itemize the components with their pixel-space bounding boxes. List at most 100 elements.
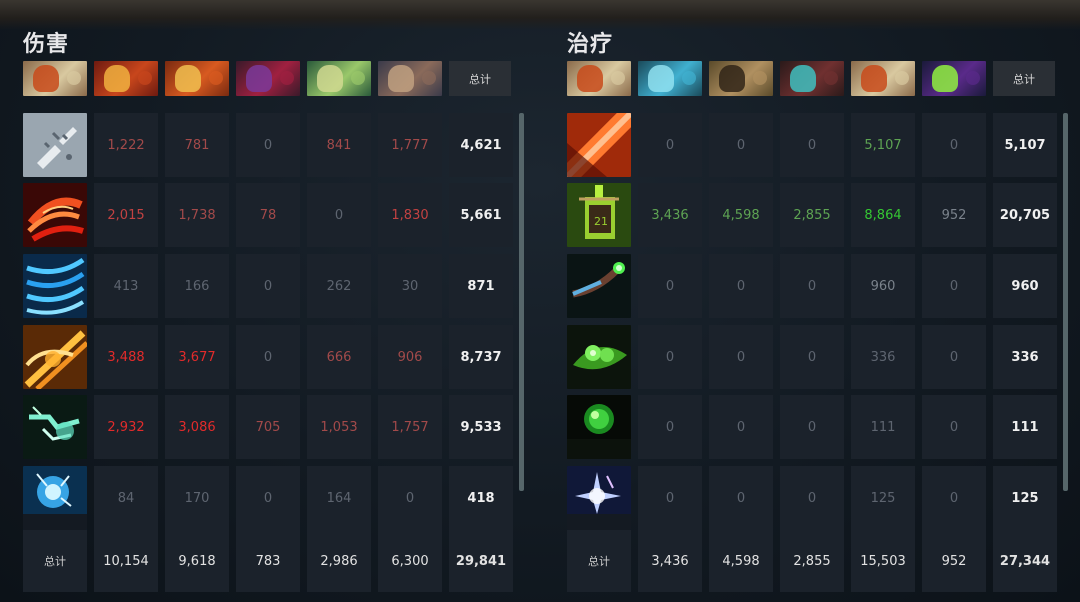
damage-total-row-label: 总计 [23, 530, 87, 592]
hero-damage-3-portrait[interactable] [165, 61, 229, 96]
damage-value-cell: 413 [94, 254, 158, 318]
hero-heal-3-portrait[interactable] [709, 61, 773, 96]
damage-row-total: 5,661 [449, 183, 513, 247]
hero-face-shape [388, 65, 414, 92]
damage-value-cell: 262 [307, 254, 371, 318]
damage-value-cell: 0 [307, 183, 371, 247]
healing-value-cell: 5,107 [851, 113, 915, 177]
healing-column-total: 2,855 [780, 530, 844, 592]
damage-value-cell: 1,777 [378, 113, 442, 177]
orange-slash-icon[interactable] [567, 113, 631, 177]
damage-value-cell: 841 [307, 113, 371, 177]
damage-value-cell: 3,488 [94, 325, 158, 389]
healing-grand-total: 27,344 [993, 530, 1057, 592]
green-staff-icon[interactable] [567, 254, 631, 318]
electric-hand-icon[interactable] [23, 395, 87, 459]
damage-value-cell: 0 [236, 113, 300, 177]
hero-damage-1-portrait[interactable] [23, 61, 87, 96]
damage-value-cell: 2,015 [94, 183, 158, 247]
damage-value-cell: 1,222 [94, 113, 158, 177]
damage-column-total: 6,300 [378, 530, 442, 592]
healing-value-cell: 0 [638, 395, 702, 459]
hero-face-shape [861, 65, 887, 92]
healing-row-total: 336 [993, 325, 1057, 389]
blue-blades-icon[interactable] [23, 254, 87, 318]
hero-detail-shape [280, 71, 294, 85]
damage-value-cell: 1,830 [378, 183, 442, 247]
healing-value-cell: 0 [780, 466, 844, 530]
hero-damage-6-portrait[interactable] [378, 61, 442, 96]
damage-value-cell: 1,757 [378, 395, 442, 459]
hero-detail-shape [209, 71, 223, 85]
hero-face-shape [932, 65, 958, 92]
healing-row-total: 960 [993, 254, 1057, 318]
hero-face-shape [246, 65, 272, 92]
healing-value-cell: 0 [922, 254, 986, 318]
hero-damage-5-portrait[interactable] [307, 61, 371, 96]
damage-value-cell: 164 [307, 466, 371, 530]
healing-value-cell: 952 [922, 183, 986, 247]
healing-value-cell: 0 [922, 325, 986, 389]
damage-column-total: 10,154 [94, 530, 158, 592]
healing-value-cell: 0 [922, 466, 986, 530]
lightning-orb-icon[interactable] [23, 466, 87, 530]
damage-value-cell: 1,738 [165, 183, 229, 247]
damage-value-cell: 3,086 [165, 395, 229, 459]
damage-scrollbar[interactable] [519, 113, 524, 491]
damage-value-cell: 781 [165, 113, 229, 177]
hero-heal-2-portrait[interactable] [638, 61, 702, 96]
healing-banner-icon[interactable]: 21 [567, 183, 631, 247]
healing-scrollbar[interactable] [1063, 113, 1068, 491]
healing-value-cell: 111 [851, 395, 915, 459]
hero-detail-shape [753, 71, 767, 85]
fire-whirl-icon[interactable] [23, 183, 87, 247]
hero-face-shape [790, 65, 816, 92]
golden-slash-icon[interactable] [23, 325, 87, 389]
hero-heal-5-portrait[interactable] [851, 61, 915, 96]
healing-column-total: 3,436 [638, 530, 702, 592]
damage-value-cell: 30 [378, 254, 442, 318]
hero-heal-6-portrait[interactable] [922, 61, 986, 96]
hero-detail-shape [422, 71, 436, 85]
hero-detail-shape [351, 71, 365, 85]
hero-damage-4-portrait[interactable] [236, 61, 300, 96]
svg-text:21: 21 [594, 215, 608, 228]
healing-value-cell: 0 [709, 325, 773, 389]
hero-detail-shape [824, 71, 838, 85]
hero-face-shape [317, 65, 343, 92]
healing-value-cell: 3,436 [638, 183, 702, 247]
healing-column-total: 4,598 [709, 530, 773, 592]
broken-sword-icon[interactable] [23, 113, 87, 177]
hero-face-shape [104, 65, 130, 92]
hero-detail-shape [966, 71, 980, 85]
damage-grand-total: 29,841 [449, 530, 513, 592]
damage-value-cell: 0 [236, 466, 300, 530]
damage-value-cell: 3,677 [165, 325, 229, 389]
damage-value-cell: 0 [236, 325, 300, 389]
healing-value-cell: 0 [922, 395, 986, 459]
hero-detail-shape [611, 71, 625, 85]
healing-value-cell: 0 [780, 395, 844, 459]
hero-detail-shape [895, 71, 909, 85]
healing-value-cell: 4,598 [709, 183, 773, 247]
healing-value-cell: 0 [638, 254, 702, 318]
healing-value-cell: 125 [851, 466, 915, 530]
damage-column-total: 783 [236, 530, 300, 592]
hero-face-shape [719, 65, 745, 92]
hero-heal-4-portrait[interactable] [780, 61, 844, 96]
green-orb-icon[interactable] [567, 395, 631, 459]
blue-sparkle-icon[interactable] [567, 466, 631, 530]
hero-heal-1-portrait[interactable] [567, 61, 631, 96]
damage-value-cell: 0 [378, 466, 442, 530]
leaf-orbs-icon[interactable] [567, 325, 631, 389]
damage-total-header: 总计 [449, 61, 511, 96]
damage-value-cell: 78 [236, 183, 300, 247]
damage-panel: 伤害 总计 1,222 781 0 841 1,777 4,621 2,015 1,738 78… [23, 0, 524, 602]
hero-damage-2-portrait[interactable] [94, 61, 158, 96]
damage-row-total: 9,533 [449, 395, 513, 459]
damage-column-total: 2,986 [307, 530, 371, 592]
healing-value-cell: 0 [638, 113, 702, 177]
healing-value-cell: 0 [780, 254, 844, 318]
healing-row-total: 20,705 [993, 183, 1057, 247]
damage-row-total: 8,737 [449, 325, 513, 389]
